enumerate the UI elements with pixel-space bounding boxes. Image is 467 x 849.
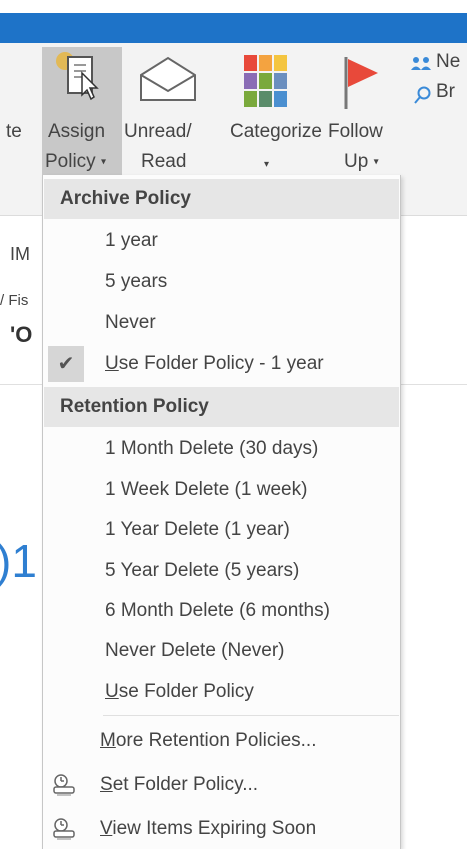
follow-up-line2-wrap: Up ▾: [344, 151, 379, 173]
menu-item-retention-1-week[interactable]: 1 Week Delete (1 week): [44, 470, 399, 510]
retention-policy-header: Retention Policy: [44, 387, 399, 427]
follow-up-caret: ▾: [373, 156, 379, 168]
menu-item-label: More Retention Policies...: [100, 721, 317, 761]
mnemonic-letter: V: [100, 818, 113, 839]
menu-item-label: 1 Year Delete (1 year): [105, 519, 290, 540]
mnemonic-letter: S: [100, 774, 113, 795]
categorize-caret: ▾: [264, 159, 270, 170]
menu-item-label-rest: se Folder Policy: [118, 681, 254, 702]
menu-item-label: 1 Month Delete (30 days): [105, 438, 319, 459]
subject-text: 'O: [10, 322, 33, 347]
menu-item-label: 5 Year Delete (5 years): [105, 560, 300, 581]
flag-icon: [344, 57, 378, 109]
menu-item-label: Never: [105, 312, 156, 333]
menu-item-retention-use-folder-policy[interactable]: Use Folder Policy: [44, 672, 399, 712]
assign-policy-menu: Archive Policy 1 year 5 years Never ✔ Us…: [42, 175, 401, 849]
menu-item-view-items-expiring-soon[interactable]: View Items Expiring Soon: [44, 809, 399, 849]
unread-read-line2: Read: [141, 151, 187, 172]
ribbon-cut-label: te: [6, 121, 22, 142]
menu-item-label-rest: et Folder Policy...: [112, 774, 259, 795]
categorize-button[interactable]: Categorize ▾: [228, 47, 322, 175]
menu-separator: [103, 715, 399, 716]
menu-item-label: Set Folder Policy...: [100, 765, 258, 805]
browse-button[interactable]: Br: [414, 81, 467, 107]
menu-item-archive-1-year[interactable]: 1 year: [44, 221, 399, 261]
menu-item-retention-1-month[interactable]: 1 Month Delete (30 days): [44, 429, 399, 469]
browse-label-cut: Br: [436, 81, 455, 102]
checkmark-icon: ✔: [48, 346, 84, 382]
new-group-button[interactable]: Ne: [406, 51, 467, 77]
categorize-icon: [244, 55, 287, 107]
follow-up-line2: Up: [344, 151, 369, 172]
assign-policy-line2-wrap: Policy ▾: [45, 151, 106, 173]
menu-item-retention-5-year[interactable]: 5 Year Delete (5 years): [44, 551, 399, 591]
menu-item-label-rest: se Folder Policy - 1 year: [118, 353, 324, 374]
clock-expiring-icon: [53, 818, 75, 840]
window-header-bar: [0, 13, 467, 43]
menu-item-label: 5 years: [105, 271, 168, 292]
menu-item-label-rest: ore Retention Policies...: [115, 730, 317, 751]
menu-item-label: Use Folder Policy - 1 year: [105, 344, 324, 384]
menu-item-label: View Items Expiring Soon: [100, 809, 316, 849]
menu-item-retention-1-year[interactable]: 1 Year Delete (1 year): [44, 510, 399, 550]
sender-name-text: / Fis: [0, 292, 29, 309]
menu-item-more-retention-policies[interactable]: More Retention Policies...: [44, 721, 399, 761]
new-group-label-cut: Ne: [436, 51, 461, 72]
categorize-label: Categorize: [230, 121, 322, 142]
menu-item-label: 1 year: [105, 230, 158, 251]
menu-item-label: 1 Week Delete (1 week): [105, 479, 308, 500]
envelope-open-icon: [140, 56, 196, 101]
sender-time-text: IM: [10, 244, 30, 264]
assign-policy-line1: Assign: [48, 121, 106, 142]
follow-up-button[interactable]: Follow Up ▾: [322, 47, 398, 175]
assign-policy-button[interactable]: Assign Policy ▾: [42, 47, 122, 175]
mnemonic-letter: U: [105, 353, 119, 374]
unread-read-line1: Unread/: [124, 121, 192, 142]
mnemonic-letter: M: [100, 730, 116, 751]
menu-item-set-folder-policy[interactable]: Set Folder Policy...: [44, 765, 399, 805]
assign-policy-icon: [56, 52, 99, 101]
menu-item-label-rest: iew Items Expiring Soon: [112, 818, 317, 839]
divider: [399, 384, 467, 385]
search-icon: [414, 86, 431, 104]
follow-up-line1: Follow: [328, 121, 383, 142]
menu-item-retention-never[interactable]: Never Delete (Never): [44, 631, 399, 671]
menu-item-label: 6 Month Delete (6 months): [105, 600, 330, 621]
menu-item-retention-6-month[interactable]: 6 Month Delete (6 months): [44, 591, 399, 631]
archive-policy-header: Archive Policy: [44, 179, 399, 219]
unread-read-button[interactable]: Unread/ Read: [124, 47, 228, 175]
menu-item-label: Never Delete (Never): [105, 640, 285, 661]
title-bar: [0, 0, 467, 13]
divider: [0, 384, 42, 385]
mnemonic-letter: U: [105, 681, 119, 702]
large-number-text: )1: [0, 535, 37, 587]
menu-item-label: Use Folder Policy: [105, 672, 254, 712]
assign-policy-caret: ▾: [100, 156, 106, 168]
clock-policy-icon: [53, 774, 75, 796]
people-icon: [411, 57, 431, 70]
menu-item-archive-5-years[interactable]: 5 years: [44, 262, 399, 302]
menu-item-archive-use-folder-policy[interactable]: ✔ Use Folder Policy - 1 year: [44, 344, 399, 384]
menu-item-archive-never[interactable]: Never: [44, 303, 399, 343]
assign-policy-line2: Policy: [45, 151, 96, 172]
